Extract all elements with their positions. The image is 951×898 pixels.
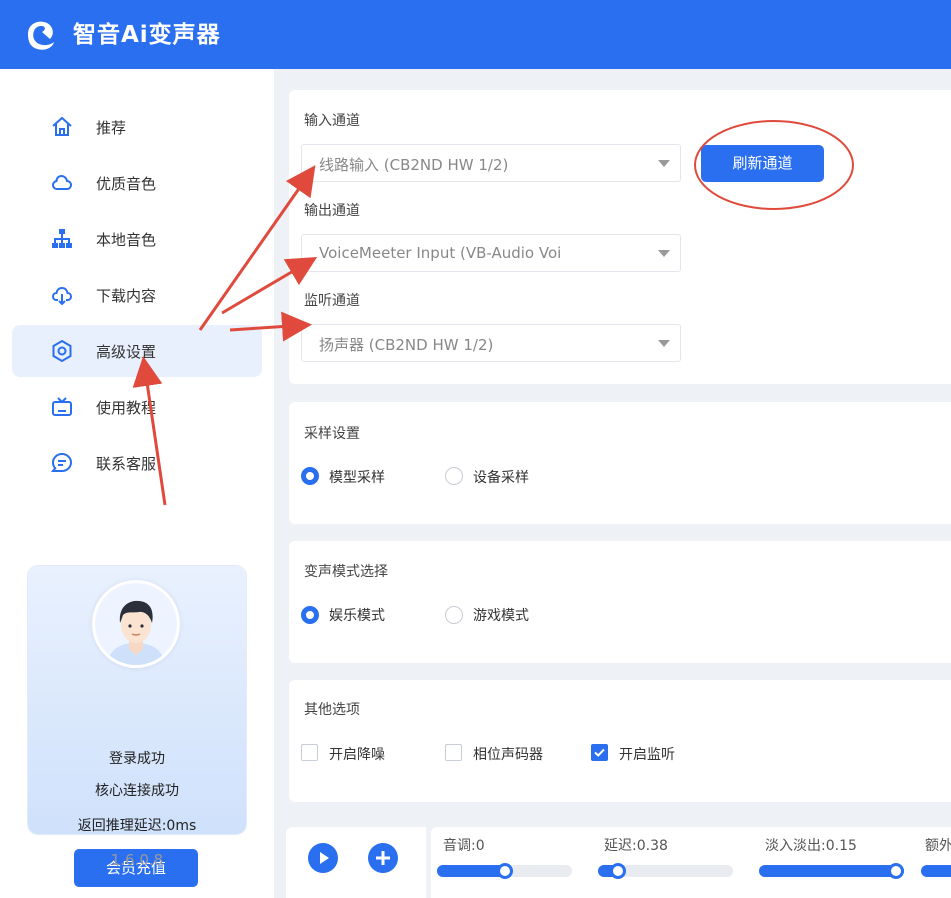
avatar xyxy=(92,580,180,668)
avatar-image xyxy=(95,583,177,665)
chevron-down-icon xyxy=(658,250,670,257)
other-options-panel: 其他选项 开启降噪 相位声码器 开启监听 xyxy=(289,680,951,802)
monitor-channel-value: 扬声器 (CB2ND HW 1/2) xyxy=(319,336,494,354)
extra-label: 额外 xyxy=(925,838,951,854)
sidebar-item-label: 联系客服 xyxy=(96,455,157,473)
sampling-title: 采样设置 xyxy=(304,426,360,442)
fade-slider[interactable] xyxy=(759,863,904,879)
sidebar-item-downloads[interactable]: 下载内容 xyxy=(12,269,262,321)
output-channel-value: VoiceMeeter Input (VB-Audio Voi xyxy=(319,244,562,262)
game-mode-label: 游戏模式 xyxy=(473,608,529,624)
model-sampling-label: 模型采样 xyxy=(329,470,385,486)
sidebar-item-local-voices[interactable]: 本地音色 xyxy=(12,213,262,265)
output-channel-label: 输出通道 xyxy=(304,203,360,219)
sidebar-item-label: 高级设置 xyxy=(96,343,157,361)
plus-icon xyxy=(376,851,390,865)
sidebar-item-label: 使用教程 xyxy=(96,399,157,417)
phase-vocoder-checkbox[interactable] xyxy=(445,744,462,761)
play-button[interactable] xyxy=(308,843,338,873)
monitor-enable-checkbox[interactable] xyxy=(591,744,608,761)
app-version: 1.6.0.8 xyxy=(110,851,164,869)
delay-slider[interactable] xyxy=(598,863,733,879)
phase-vocoder-label: 相位声码器 xyxy=(473,747,543,763)
home-icon xyxy=(52,116,72,136)
voice-mode-title: 变声模式选择 xyxy=(304,564,388,580)
monitor-enable-label: 开启监听 xyxy=(619,747,675,763)
sampling-panel: 采样设置 模型采样 设备采样 xyxy=(289,402,951,524)
chevron-down-icon xyxy=(658,160,670,167)
chevron-down-icon xyxy=(658,340,670,347)
login-status: 登录成功 xyxy=(109,751,165,767)
sidebar-item-label: 下载内容 xyxy=(96,287,157,305)
fade-slider-knob[interactable] xyxy=(888,863,904,879)
fade-slider-fill xyxy=(759,865,904,877)
app-title: 智音Ai变声器 xyxy=(73,22,221,48)
sidebar-item-advanced-settings[interactable]: 高级设置 xyxy=(12,325,262,377)
delay-label: 延迟:0.38 xyxy=(604,838,668,854)
settings-icon xyxy=(52,339,72,363)
sidebar-item-label: 推荐 xyxy=(96,119,127,137)
entertainment-mode-label: 娱乐模式 xyxy=(329,608,385,624)
entertainment-mode-radio[interactable] xyxy=(301,606,319,624)
slider-bar: 音调:0 延迟:0.38 淡入淡出:0.15 额外 xyxy=(431,827,951,898)
refresh-channels-button[interactable]: 刷新通道 xyxy=(701,145,824,182)
sidebar: 推荐 优质音色 本地音色 下载内容 高级设置 使用教程 联系客服 登录成功 核心… xyxy=(0,69,274,898)
monitor-channel-select[interactable]: 扬声器 (CB2ND HW 1/2) xyxy=(301,324,681,362)
game-mode-radio[interactable] xyxy=(445,606,463,624)
fade-label: 淡入淡出:0.15 xyxy=(765,838,857,854)
voice-mode-panel: 变声模式选择 娱乐模式 游戏模式 xyxy=(289,541,951,663)
noise-reduction-label: 开启降噪 xyxy=(329,747,385,763)
channels-panel: 输入通道 线路输入 (CB2ND HW 1/2) 刷新通道 输出通道 Voice… xyxy=(289,90,951,384)
other-options-title: 其他选项 xyxy=(304,702,360,718)
sidebar-item-recommend[interactable]: 推荐 xyxy=(12,101,262,153)
extra-slider[interactable] xyxy=(921,865,951,877)
sitemap-icon xyxy=(52,229,72,248)
sidebar-item-support[interactable]: 联系客服 xyxy=(12,437,262,489)
sidebar-item-label: 本地音色 xyxy=(96,231,157,249)
chat-icon xyxy=(50,452,73,472)
model-sampling-radio[interactable] xyxy=(301,467,319,485)
input-channel-value: 线路输入 (CB2ND HW 1/2) xyxy=(319,156,509,174)
cloud-download-icon xyxy=(51,286,73,306)
input-channel-label: 输入通道 xyxy=(304,113,360,129)
pitch-slider-knob[interactable] xyxy=(496,863,513,879)
monitor-channel-label: 监听通道 xyxy=(304,293,360,309)
delay-slider-knob[interactable] xyxy=(610,863,627,879)
pitch-slider-fill xyxy=(437,865,505,877)
app-logo-icon xyxy=(28,21,54,50)
extra-slider-fill xyxy=(921,865,951,877)
app-header: 智音Ai变声器 xyxy=(0,0,951,69)
profile-card: 登录成功 核心连接成功 返回推理延迟:0ms 会员充值 xyxy=(28,566,246,887)
noise-reduction-checkbox[interactable] xyxy=(301,744,318,761)
playback-controls xyxy=(286,827,426,898)
check-icon xyxy=(594,748,605,757)
device-sampling-label: 设备采样 xyxy=(473,470,529,486)
sidebar-item-premium-voices[interactable]: 优质音色 xyxy=(12,157,262,209)
pitch-label: 音调:0 xyxy=(443,838,485,854)
cloud-icon xyxy=(51,174,73,190)
tv-icon xyxy=(52,397,72,416)
input-channel-select[interactable]: 线路输入 (CB2ND HW 1/2) xyxy=(301,144,681,182)
output-channel-select[interactable]: VoiceMeeter Input (VB-Audio Voi xyxy=(301,234,681,272)
play-icon xyxy=(320,852,329,864)
add-button[interactable] xyxy=(368,843,398,873)
sidebar-item-tutorial[interactable]: 使用教程 xyxy=(12,381,262,433)
core-status: 核心连接成功 xyxy=(95,783,179,799)
sidebar-item-label: 优质音色 xyxy=(96,175,157,193)
latency-status: 返回推理延迟:0ms xyxy=(77,818,197,834)
device-sampling-radio[interactable] xyxy=(445,467,463,485)
pitch-slider[interactable] xyxy=(437,863,572,879)
